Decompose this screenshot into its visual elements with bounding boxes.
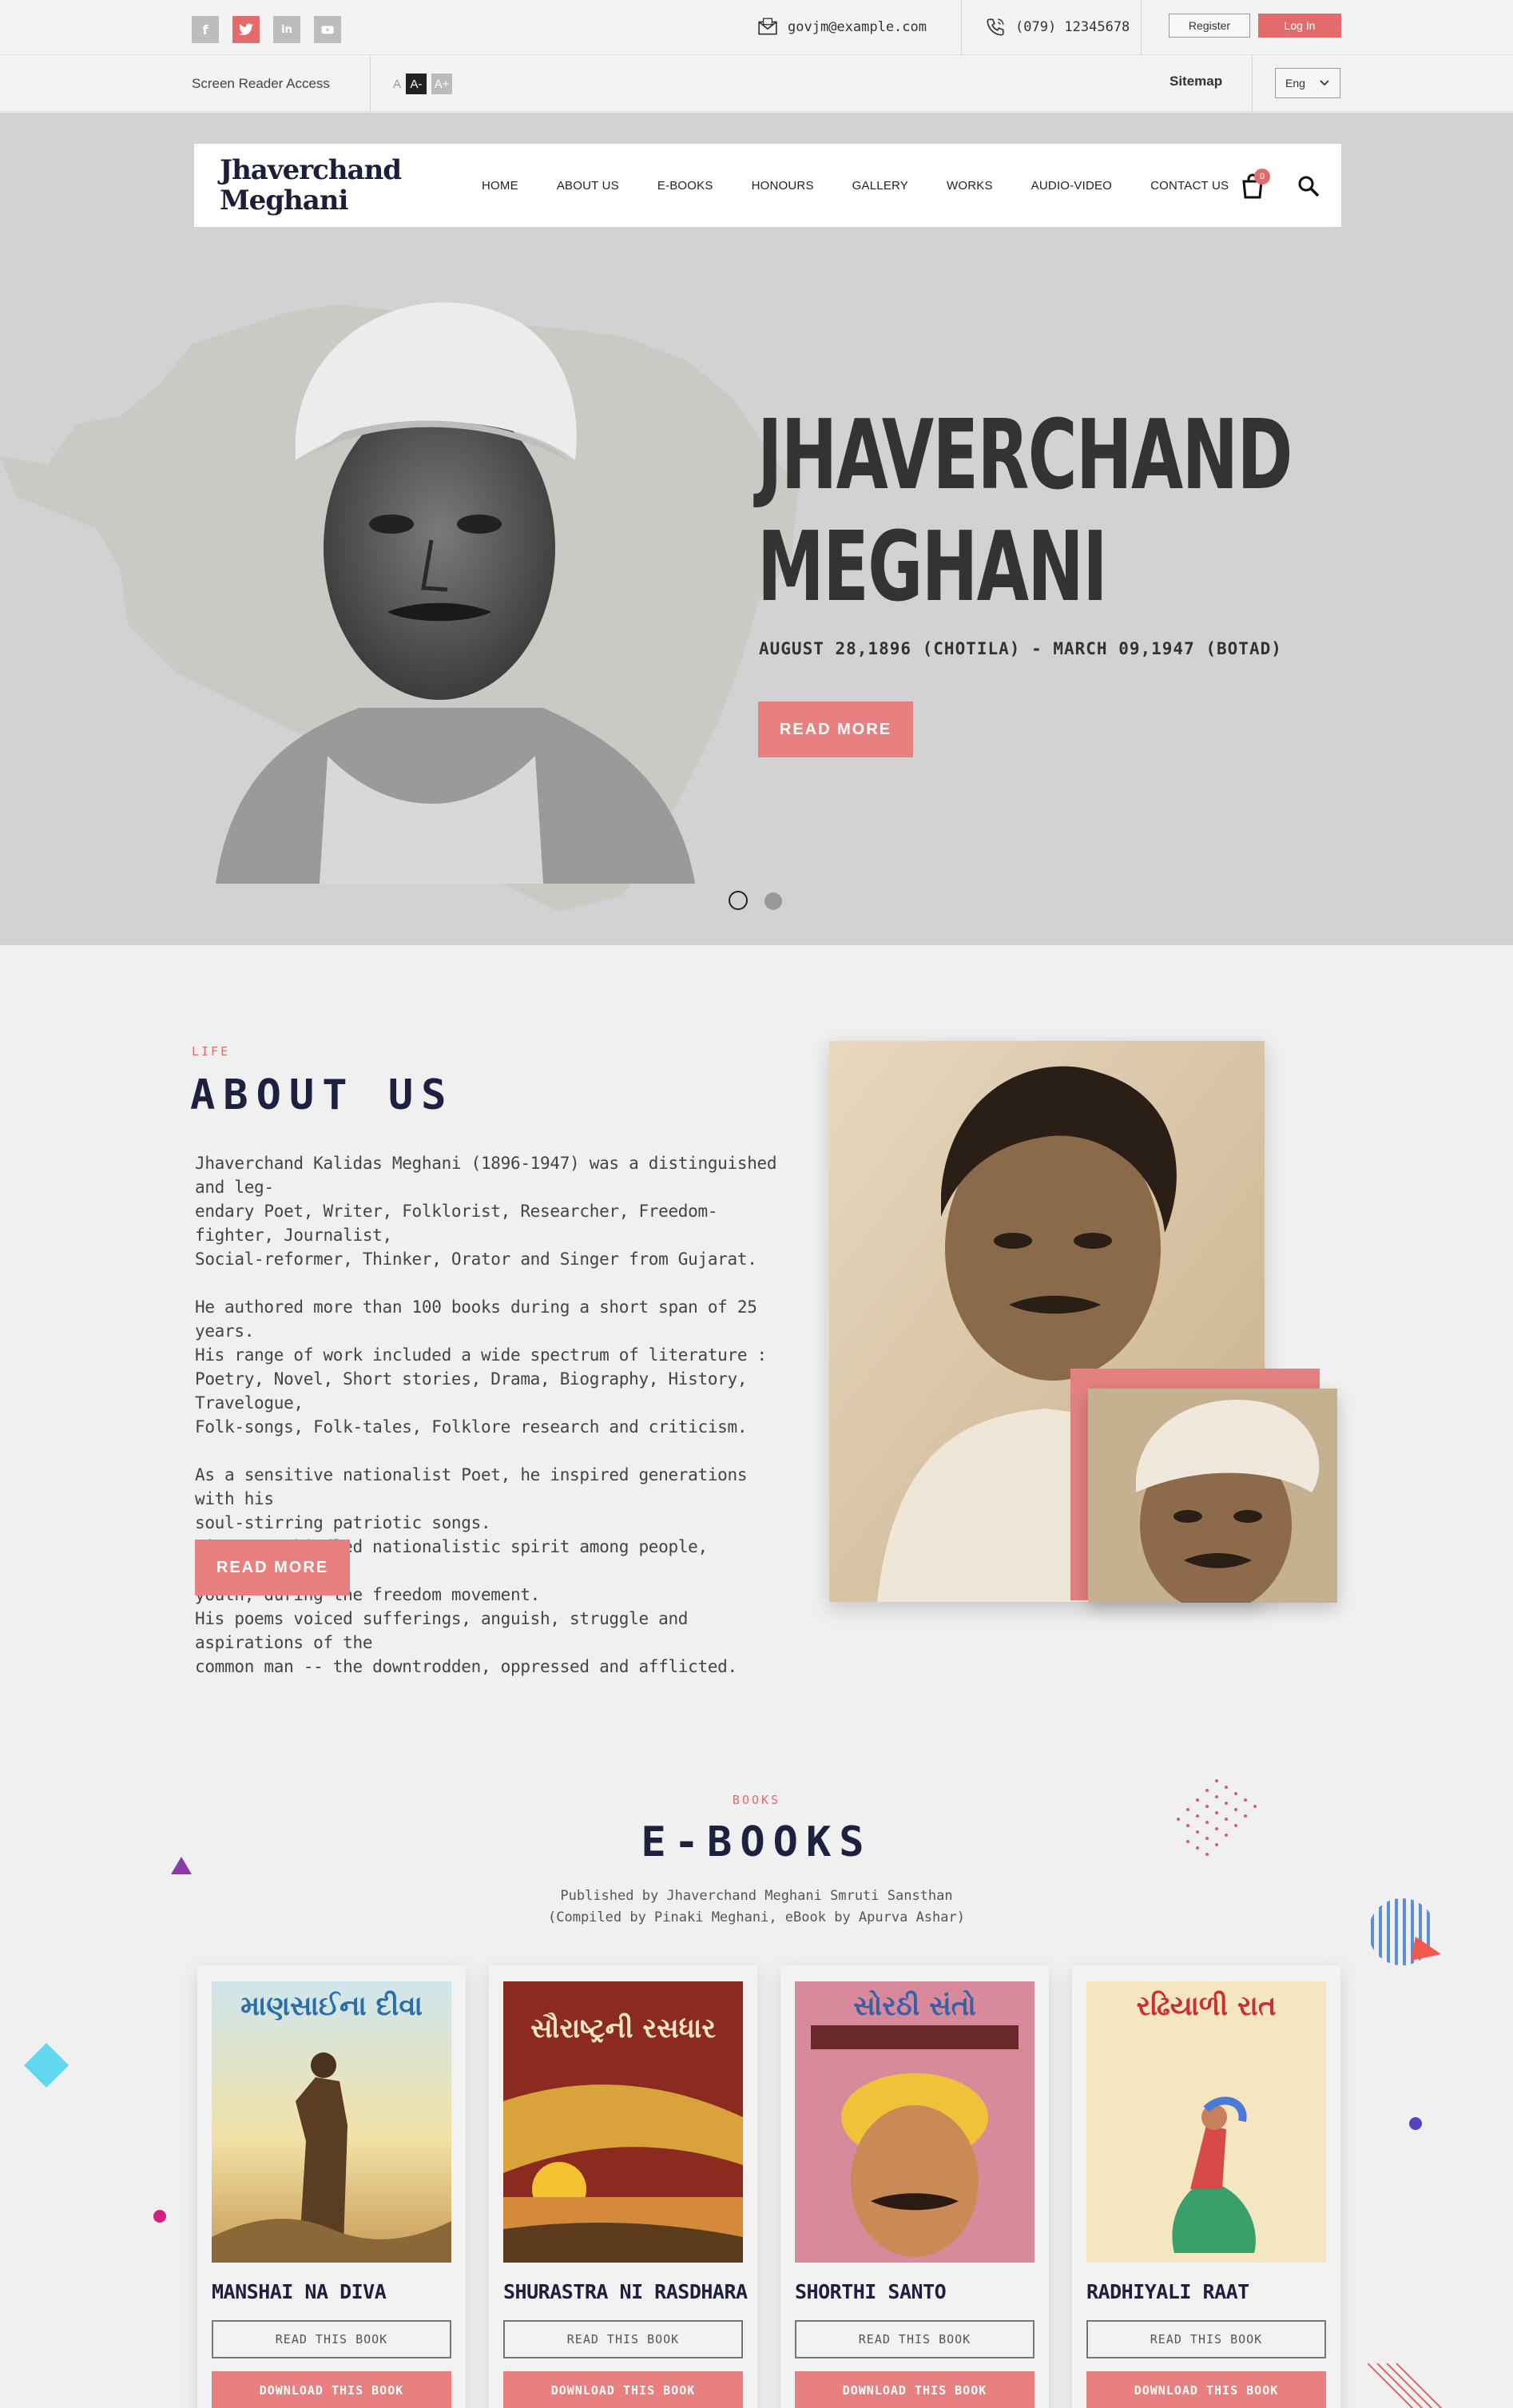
book-title: MANSHAI NA DIVA (212, 2280, 387, 2303)
language-value: Eng (1285, 77, 1305, 89)
ebooks-publisher: Published by Jhaverchand Meghani Smruti … (548, 1888, 965, 1925)
phone-text: (079) 12345678 (1015, 19, 1130, 35)
hero-slider: Jhaverchand Meghani HOME ABOUT US E-BOOK… (0, 113, 1513, 945)
language-select[interactable]: Eng (1275, 68, 1340, 98)
book-card: સૌરાષ્ટ્રની રસધાર SHURASTRA NI RASDHARA … (489, 1965, 757, 2408)
divider (1252, 56, 1253, 112)
book-card: રઢિયાળી રાત RADHIYALI RAAT READ THIS BOO… (1072, 1965, 1340, 2408)
about-section: LIFE ABOUT US Jhaverchand Kalidas Meghan… (0, 945, 1513, 1700)
nav-about-us[interactable]: ABOUT US (557, 179, 619, 193)
book-cover[interactable]: માણસાઈના દીવા (212, 1981, 451, 2263)
font-decrease-button[interactable]: A- (406, 74, 427, 94)
divider (1141, 0, 1142, 54)
main-nav: HOME ABOUT US E-BOOKS HONOURS GALLERY WO… (482, 144, 1267, 227)
diamond-decoration (24, 2043, 69, 2088)
font-normal-button[interactable]: A (393, 77, 401, 91)
font-increase-button[interactable]: A+ (431, 74, 453, 94)
email-contact[interactable]: govjm@example.com (757, 0, 927, 54)
ebooks-title: E-BOOKS (641, 1818, 872, 1866)
download-book-button[interactable]: DOWNLOAD THIS BOOK (503, 2371, 743, 2408)
about-text: Jhaverchand Kalidas Meghani (1896-1947) … (195, 1151, 786, 1703)
cart-count-badge: 0 (1254, 169, 1270, 185)
book-card: માણસાઈના દીવા MANSHAI NA DIVA READ THIS … (197, 1965, 466, 2408)
book-title: SHORTHI SANTO (795, 2280, 947, 2303)
login-button[interactable]: Log In (1258, 14, 1341, 38)
divider (370, 56, 371, 112)
book-cover[interactable]: રઢિયાળી રાત (1086, 1981, 1326, 2263)
ebooks-kicker: BOOKS (732, 1793, 781, 1807)
svg-text:રઢિયાળી રાત: રઢિયાળી રાત (1137, 1990, 1277, 2022)
linkedin-icon[interactable]: in (273, 16, 300, 43)
nav-works[interactable]: WORKS (947, 179, 993, 193)
nav-contact-us[interactable]: CONTACT US (1150, 179, 1229, 193)
download-book-button[interactable]: DOWNLOAD THIS BOOK (212, 2371, 451, 2408)
book-title: RADHIYALI RAAT (1086, 2280, 1249, 2303)
about-paragraph-1: Jhaverchand Kalidas Meghani (1896-1947) … (195, 1154, 777, 1269)
twitter-icon[interactable] (232, 16, 260, 43)
ebooks-section: BOOKS E-BOOKS Published by Jhaverchand M… (0, 1700, 1513, 2408)
chevron-down-icon (1320, 80, 1329, 86)
sitemap-link[interactable]: Sitemap (1169, 74, 1222, 89)
phone-icon (987, 18, 1004, 36)
top-bar: f in govjm@example.com (079) 12345678 Re… (0, 0, 1513, 112)
meghani-portrait-illustration (216, 302, 695, 884)
meghani-photo-small (1088, 1389, 1337, 1603)
about-kicker: LIFE (192, 1044, 231, 1059)
slider-dot-2[interactable] (764, 892, 782, 910)
download-book-button[interactable]: DOWNLOAD THIS BOOK (1086, 2371, 1326, 2408)
about-paragraph-2: He authored more than 100 books during a… (195, 1297, 767, 1436)
svg-text:સૌરાષ્ટ્રની રસધાર: સૌરાષ્ટ્રની રસધાર (530, 2012, 716, 2044)
main-navbar: Jhaverchand Meghani HOME ABOUT US E-BOOK… (194, 144, 1341, 227)
book-cover[interactable]: સૌરાષ્ટ્રની રસધાર (503, 1981, 743, 2263)
dot-decoration (1409, 2117, 1422, 2130)
slider-dot-1[interactable] (729, 891, 748, 910)
font-size-controls: A A- A+ (393, 74, 453, 94)
divider (961, 0, 962, 54)
read-book-button[interactable]: READ THIS BOOK (212, 2320, 451, 2358)
svg-text:માણસાઈના દીવા: માણસાઈના દીવા (240, 1990, 423, 2022)
nav-gallery[interactable]: GALLERY (852, 179, 908, 193)
download-book-button[interactable]: DOWNLOAD THIS BOOK (795, 2371, 1034, 2408)
read-book-button[interactable]: READ THIS BOOK (503, 2320, 743, 2358)
lines-decoration (1368, 2363, 1443, 2408)
site-logo[interactable]: Jhaverchand Meghani (220, 155, 402, 216)
social-links: f in (192, 16, 341, 43)
hero-subtitle: AUGUST 28,1896 (CHOTILA) - MARCH 09,1947… (759, 639, 1282, 658)
about-read-more-button[interactable]: READ MORE (195, 1540, 350, 1595)
hero-read-more-button[interactable]: READ MORE (758, 701, 913, 757)
phone-contact[interactable]: (079) 12345678 (985, 0, 1130, 54)
mail-icon (758, 18, 777, 35)
screen-reader-link[interactable]: Screen Reader Access (192, 76, 330, 92)
nav-honours[interactable]: HONOURS (752, 179, 814, 193)
email-text: govjm@example.com (788, 19, 927, 35)
nav-home[interactable]: HOME (482, 179, 518, 193)
book-title: SHURASTRA NI RASDHARA (503, 2280, 748, 2303)
about-title: ABOUT US (190, 1071, 455, 1119)
youtube-icon[interactable] (314, 16, 341, 43)
read-book-button[interactable]: READ THIS BOOK (795, 2320, 1034, 2358)
nav-audio-video[interactable]: AUDIO-VIDEO (1031, 179, 1112, 193)
register-button[interactable]: Register (1169, 14, 1250, 38)
divider (0, 54, 1513, 55)
search-icon[interactable] (1297, 174, 1320, 198)
book-card: સોરઠી સંતો SHORTHI SANTO READ THIS BOOK … (780, 1965, 1049, 2408)
hero-title: JHAVERCHAND MEGHANI (757, 400, 1293, 623)
svg-text:સોરઠી સંતો: સોરઠી સંતો (853, 1989, 976, 2022)
nav-e-books[interactable]: E-BOOKS (657, 179, 713, 193)
read-book-button[interactable]: READ THIS BOOK (1086, 2320, 1326, 2358)
facebook-icon[interactable]: f (192, 16, 219, 43)
book-cover[interactable]: સોરઠી સંતો (795, 1981, 1034, 2263)
dot-decoration (153, 2210, 166, 2223)
